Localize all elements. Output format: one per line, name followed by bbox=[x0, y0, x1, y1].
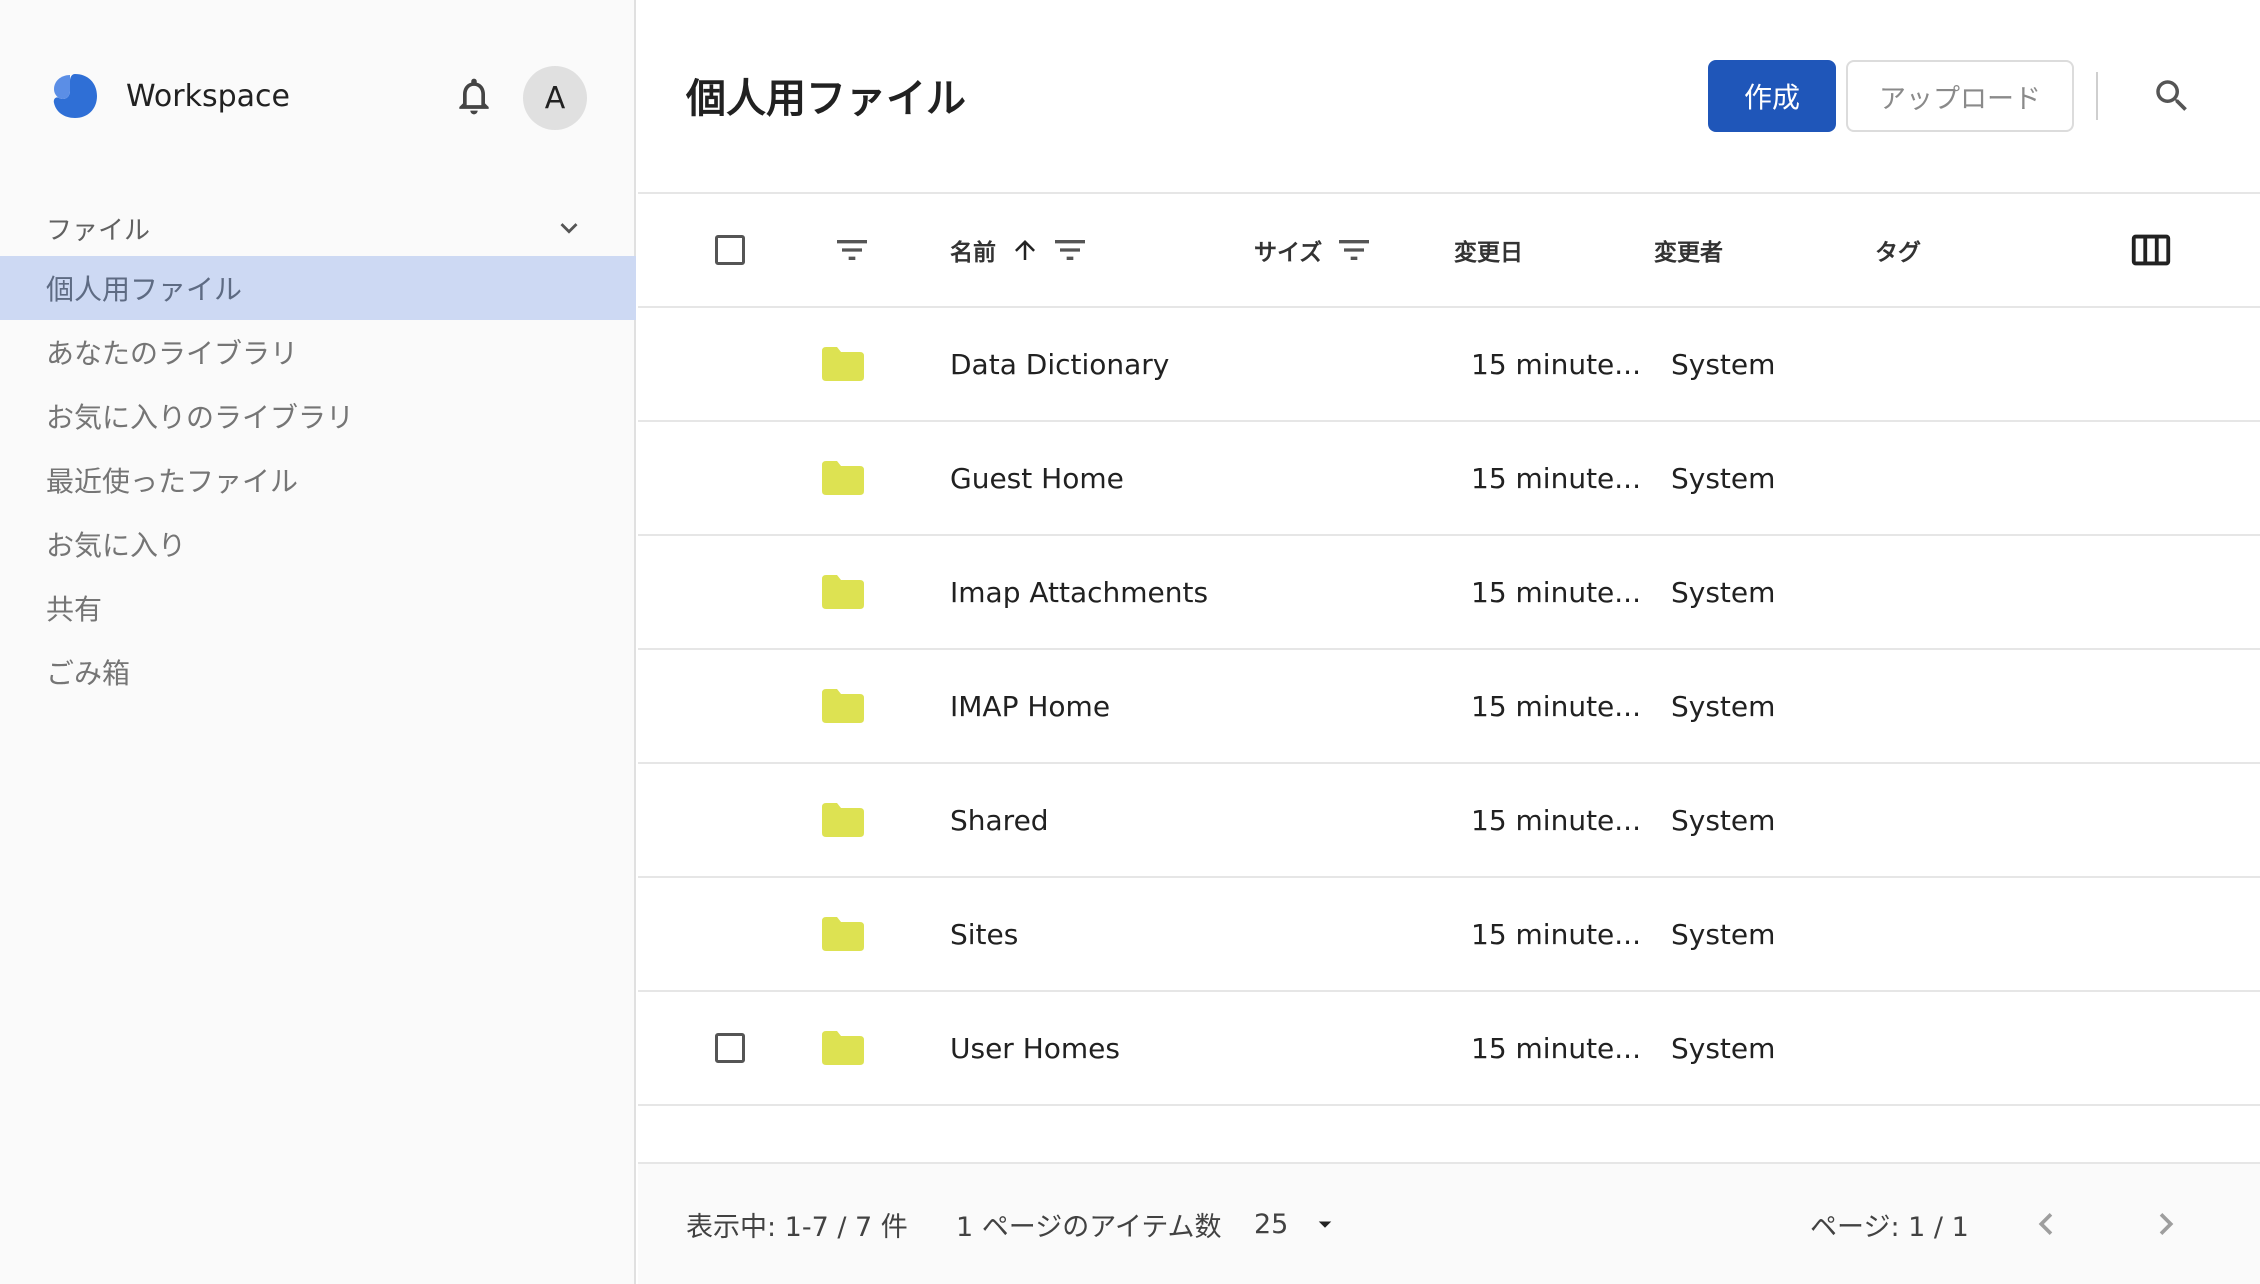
toolbar-divider bbox=[2096, 72, 2098, 120]
select-all-checkbox[interactable] bbox=[715, 235, 745, 265]
per-page-label: 1 ページのアイテム数 bbox=[956, 1211, 1222, 1243]
type-filter-cell bbox=[832, 194, 872, 306]
nav-section-label: ファイル bbox=[46, 215, 151, 246]
folder-icon bbox=[822, 575, 864, 609]
sidebar-item-my-libraries[interactable]: あなたのライブラリ bbox=[0, 320, 636, 384]
row-name[interactable]: Sites bbox=[950, 878, 1018, 990]
search-icon bbox=[2156, 80, 2187, 111]
column-settings-cell bbox=[2128, 194, 2174, 306]
row-modified: 15 minute... bbox=[1471, 461, 1641, 495]
table-row[interactable]: Sites 15 minute... System bbox=[638, 878, 2260, 992]
column-header-size[interactable]: サイズ bbox=[1254, 194, 1374, 306]
sort-ascending-arrow-icon[interactable] bbox=[1010, 235, 1040, 265]
row-modified: 15 minute... bbox=[1471, 575, 1641, 609]
folder-icon bbox=[822, 461, 864, 495]
file-table: 名前 サイズ 変更日 変更者 タグ Data Dictionary 15 min… bbox=[638, 192, 2260, 1106]
per-page-value: 25 bbox=[1254, 1208, 1289, 1240]
table-row[interactable]: IMAP Home 15 minute... System bbox=[638, 650, 2260, 764]
column-modified-label: 変更日 bbox=[1454, 239, 1523, 266]
row-modified: 15 minute... bbox=[1471, 917, 1641, 951]
sidebar-nav: 個人用ファイル あなたのライブラリ お気に入りのライブラリ 最近使ったファイル … bbox=[0, 256, 636, 704]
row-type-cell bbox=[822, 992, 864, 1104]
column-header-modified[interactable]: 変更日 bbox=[1454, 194, 1523, 306]
row-modified-by: System bbox=[1671, 917, 1776, 951]
search-button[interactable] bbox=[2146, 70, 2198, 122]
row-type-cell bbox=[822, 536, 864, 648]
workspace-logo-icon bbox=[53, 74, 97, 118]
row-type-cell bbox=[822, 878, 864, 990]
table-row[interactable]: User Homes 15 minute... System bbox=[638, 992, 2260, 1106]
next-page-chevron-icon[interactable] bbox=[2144, 1202, 2188, 1246]
sidebar-item-personal-files[interactable]: 個人用ファイル bbox=[0, 256, 636, 320]
folder-icon bbox=[822, 1031, 864, 1065]
table-row[interactable]: Imap Attachments 15 minute... System bbox=[638, 536, 2260, 650]
row-modified: 15 minute... bbox=[1471, 1031, 1641, 1065]
brand[interactable]: Workspace bbox=[48, 60, 290, 132]
row-modified-by: System bbox=[1671, 803, 1776, 837]
row-modified-by: System bbox=[1671, 575, 1776, 609]
folder-icon bbox=[822, 917, 864, 951]
per-page-select[interactable]: 25 bbox=[1254, 1164, 1340, 1284]
main-content: 個人用ファイル 作成 アップロード 名前 サイズ 変更日 変更者 タグ Data… bbox=[638, 0, 2260, 1284]
pagination-bar: 表示中: 1-7 / 7 件 1 ページのアイテム数 25 ページ: 1 / 1 bbox=[638, 1162, 2260, 1284]
table-row[interactable]: Shared 15 minute... System bbox=[638, 764, 2260, 878]
row-modified: 15 minute... bbox=[1471, 689, 1641, 723]
row-select-cell bbox=[715, 992, 745, 1104]
table-row[interactable]: Guest Home 15 minute... System bbox=[638, 422, 2260, 536]
select-all-cell bbox=[715, 194, 745, 306]
row-name[interactable]: Shared bbox=[950, 764, 1049, 876]
previous-page-chevron-icon[interactable] bbox=[2024, 1202, 2068, 1246]
row-name[interactable]: Data Dictionary bbox=[950, 308, 1169, 420]
sidebar-item-trash[interactable]: ごみ箱 bbox=[0, 640, 636, 704]
nav-section-files[interactable]: ファイル bbox=[46, 208, 586, 248]
page-indicator: ページ: 1 / 1 bbox=[1810, 1211, 1969, 1243]
folder-icon bbox=[822, 347, 864, 381]
table-row[interactable]: Data Dictionary 15 minute... System bbox=[638, 308, 2260, 422]
sidebar-item-favorites[interactable]: お気に入り bbox=[0, 512, 636, 576]
table-header: 名前 サイズ 変更日 変更者 タグ bbox=[638, 194, 2260, 308]
upload-button[interactable]: アップロード bbox=[1846, 60, 2074, 132]
sidebar-item-favorite-libraries[interactable]: お気に入りのライブラリ bbox=[0, 384, 636, 448]
row-modified-by: System bbox=[1671, 347, 1776, 381]
create-button[interactable]: 作成 bbox=[1708, 60, 1836, 132]
page-title: 個人用ファイル bbox=[686, 75, 966, 122]
chevron-down-icon[interactable] bbox=[552, 211, 586, 245]
folder-icon bbox=[822, 803, 864, 837]
notifications-bell-icon[interactable] bbox=[452, 74, 496, 118]
row-type-cell bbox=[822, 422, 864, 534]
dropdown-arrow-icon[interactable] bbox=[1310, 1209, 1340, 1239]
column-tags-label: タグ bbox=[1875, 239, 1921, 266]
name-filter-icon[interactable] bbox=[1050, 230, 1090, 270]
column-size-label: サイズ bbox=[1254, 239, 1323, 266]
column-header-tags[interactable]: タグ bbox=[1875, 194, 1921, 306]
row-type-cell bbox=[822, 764, 864, 876]
sidebar-item-recent-files[interactable]: 最近使ったファイル bbox=[0, 448, 636, 512]
row-type-cell bbox=[822, 650, 864, 762]
row-modified: 15 minute... bbox=[1471, 803, 1641, 837]
row-modified-by: System bbox=[1671, 461, 1776, 495]
row-name[interactable]: Imap Attachments bbox=[950, 536, 1208, 648]
column-modified-by-label: 変更者 bbox=[1654, 239, 1723, 266]
column-header-modified-by[interactable]: 変更者 bbox=[1654, 194, 1723, 306]
row-type-cell bbox=[822, 308, 864, 420]
row-name[interactable]: Guest Home bbox=[950, 422, 1124, 534]
row-select-checkbox[interactable] bbox=[715, 1033, 745, 1063]
columns-icon[interactable] bbox=[2128, 227, 2174, 273]
row-modified-by: System bbox=[1671, 689, 1776, 723]
avatar[interactable]: A bbox=[523, 66, 587, 130]
filter-icon[interactable] bbox=[832, 230, 872, 270]
size-filter-icon[interactable] bbox=[1334, 230, 1374, 270]
sidebar: Workspace A ファイル 個人用ファイル あなたのライブラリ お気に入り… bbox=[0, 0, 636, 1284]
column-header-name[interactable]: 名前 bbox=[950, 194, 1090, 306]
row-modified-by: System bbox=[1671, 1031, 1776, 1065]
row-modified: 15 minute... bbox=[1471, 347, 1641, 381]
column-name-label: 名前 bbox=[950, 239, 996, 266]
app-name: Workspace bbox=[126, 78, 290, 114]
range-text: 表示中: 1-7 / 7 件 bbox=[686, 1211, 908, 1243]
folder-icon bbox=[822, 689, 864, 723]
row-name[interactable]: IMAP Home bbox=[950, 650, 1110, 762]
row-name[interactable]: User Homes bbox=[950, 992, 1120, 1104]
sidebar-item-shared[interactable]: 共有 bbox=[0, 576, 636, 640]
